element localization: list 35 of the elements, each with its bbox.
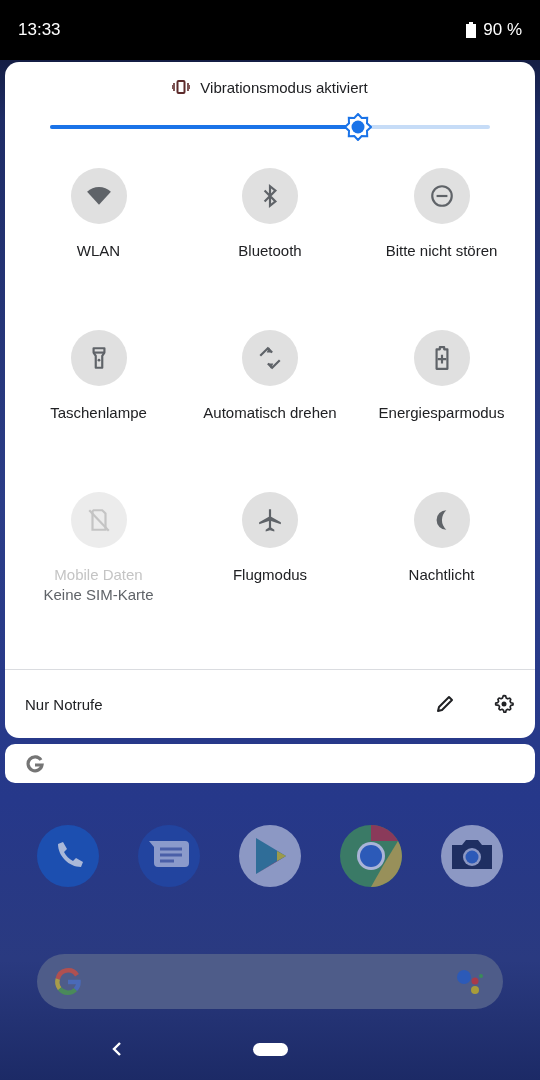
assistant-dots-icon[interactable] (455, 967, 483, 996)
tile-label: Automatisch drehen (203, 404, 337, 421)
g-logo-icon (25, 753, 45, 774)
chat-bubble-icon[interactable] (138, 825, 200, 887)
do-not-disturb-icon (428, 183, 455, 209)
tile-toggle[interactable] (242, 168, 298, 224)
tile-label: Bluetooth (238, 242, 302, 259)
brightness-thumb[interactable] (344, 113, 372, 141)
ring-icon[interactable] (340, 825, 402, 887)
airplane-icon (257, 507, 283, 533)
battery-percentage: 90 % (483, 20, 522, 40)
back-icon[interactable] (112, 1041, 122, 1057)
tile-label: WLAN (76, 242, 121, 259)
ringer-mode-text: Vibrationsmodus aktiviert (200, 78, 368, 96)
tile-toggle[interactable] (242, 330, 298, 386)
tile-label: Flugmodus (232, 566, 308, 583)
play-icon[interactable] (239, 825, 301, 887)
home-handle[interactable] (253, 1042, 288, 1056)
tile-label: Nachtlicht (408, 566, 475, 583)
g-logo-icon (53, 966, 83, 997)
battery-icon (466, 22, 477, 38)
settings-icon[interactable] (494, 694, 514, 714)
tile-label: Bitte nicht stören (385, 242, 498, 259)
tile-label: Taschenlampe (50, 404, 147, 421)
brightness-slider[interactable] (50, 113, 490, 141)
clock-time: 13:33 (18, 20, 61, 40)
tile-subtitle: Keine SIM-Karte (43, 586, 154, 603)
vibrate-icon (172, 80, 191, 94)
edit-icon[interactable] (435, 694, 455, 714)
tile-toggle[interactable] (242, 492, 298, 548)
tile-label: Energiesparmodus (378, 404, 505, 421)
carrier-text: Nur Notrufe (25, 695, 104, 713)
camera-icon[interactable] (441, 825, 503, 887)
phone-icon[interactable] (37, 825, 99, 887)
tile-label: Mobile Daten (54, 566, 143, 583)
